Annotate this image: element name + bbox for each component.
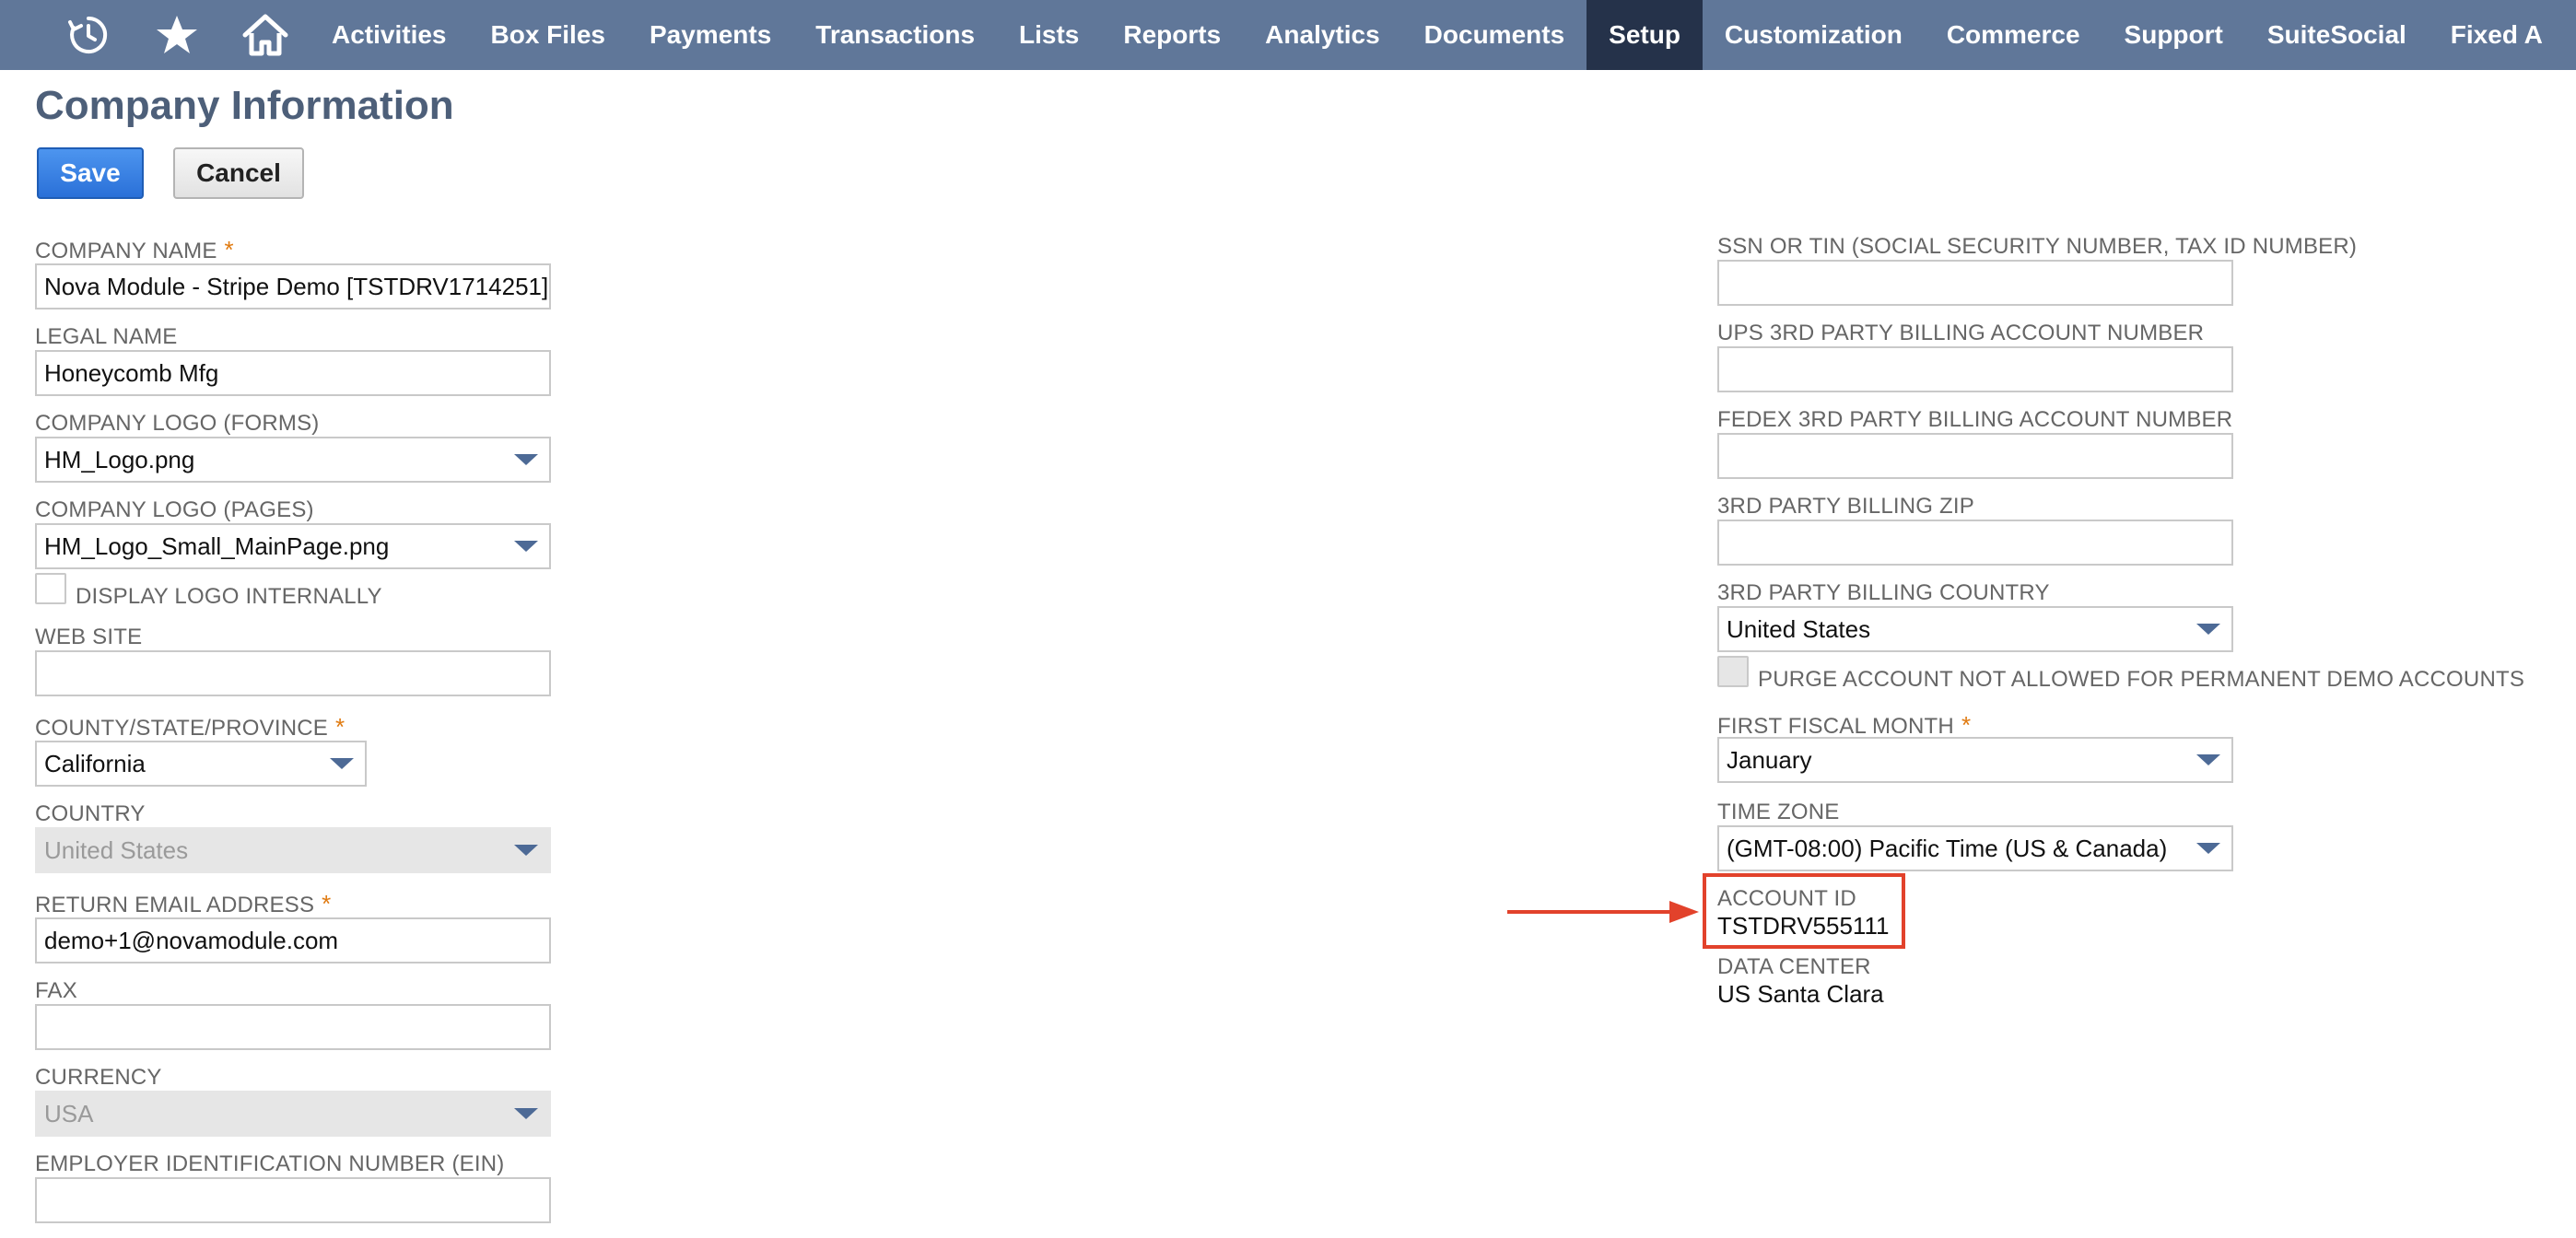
return-email-label-text: RETURN EMAIL ADDRESS bbox=[35, 893, 314, 917]
logo-pages-label: COMPANY LOGO (PAGES) bbox=[35, 497, 314, 523]
logo-pages-select[interactable]: HM_Logo_Small_MainPage.png bbox=[35, 523, 551, 569]
data-center-value: US Santa Clara bbox=[1717, 980, 1884, 1009]
page-title: Company Information bbox=[35, 83, 454, 129]
currency-label: CURRENCY bbox=[35, 1065, 162, 1091]
recent-icon[interactable] bbox=[44, 0, 133, 70]
time-zone-label: TIME ZONE bbox=[1717, 800, 1839, 825]
company-name-input[interactable]: Nova Module - Stripe Demo [TSTDRV1714251… bbox=[35, 263, 551, 310]
currency-value: USA bbox=[44, 1100, 93, 1128]
ssn-input[interactable] bbox=[1717, 260, 2233, 306]
company-name-value: Nova Module - Stripe Demo [TSTDRV1714251… bbox=[44, 273, 548, 301]
fiscal-month-value: January bbox=[1727, 746, 1812, 775]
logo-forms-select[interactable]: HM_Logo.png bbox=[35, 437, 551, 483]
display-logo-checkbox[interactable] bbox=[35, 573, 66, 604]
nav-suitesocial[interactable]: SuiteSocial bbox=[2245, 0, 2429, 70]
annotation-arrow-icon bbox=[1507, 897, 1703, 927]
billing-country-select[interactable]: United States bbox=[1717, 606, 2233, 652]
ein-input[interactable] bbox=[35, 1177, 551, 1223]
nav-transactions[interactable]: Transactions bbox=[793, 0, 997, 70]
web-site-label: WEB SITE bbox=[35, 625, 142, 650]
nav-documents[interactable]: Documents bbox=[1402, 0, 1587, 70]
required-mark: * bbox=[335, 713, 345, 741]
chevron-down-icon bbox=[514, 1108, 538, 1119]
country-label: COUNTRY bbox=[35, 801, 146, 827]
billing-country-value: United States bbox=[1727, 615, 1870, 644]
account-id-label: ACCOUNT ID bbox=[1717, 886, 1856, 912]
fiscal-month-label-text: FIRST FISCAL MONTH bbox=[1717, 714, 1954, 739]
cancel-button[interactable]: Cancel bbox=[173, 147, 304, 199]
fedex-label: FEDEX 3RD PARTY BILLING ACCOUNT NUMBER bbox=[1717, 407, 2232, 433]
required-mark: * bbox=[225, 236, 234, 263]
nav-reports[interactable]: Reports bbox=[1101, 0, 1243, 70]
legal-name-input[interactable]: Honeycomb Mfg bbox=[35, 350, 551, 396]
account-id-value: TSTDRV555111 bbox=[1717, 912, 1889, 940]
ups-input[interactable] bbox=[1717, 346, 2233, 392]
state-select[interactable]: California bbox=[35, 741, 367, 787]
return-email-label: RETURN EMAIL ADDRESS * bbox=[35, 890, 332, 918]
billing-country-label: 3RD PARTY BILLING COUNTRY bbox=[1717, 580, 2050, 606]
nav-payments[interactable]: Payments bbox=[627, 0, 793, 70]
nav-commerce[interactable]: Commerce bbox=[1925, 0, 2102, 70]
data-center-label: DATA CENTER bbox=[1717, 954, 1871, 980]
save-button[interactable]: Save bbox=[37, 147, 144, 199]
ups-label: UPS 3RD PARTY BILLING ACCOUNT NUMBER bbox=[1717, 321, 2204, 346]
nav-fixed-assets[interactable]: Fixed A bbox=[2429, 0, 2565, 70]
time-zone-value: (GMT-08:00) Pacific Time (US & Canada) bbox=[1727, 835, 2167, 863]
nav-customization[interactable]: Customization bbox=[1703, 0, 1925, 70]
chevron-down-icon bbox=[330, 758, 354, 769]
fax-input[interactable] bbox=[35, 1004, 551, 1050]
nav-lists[interactable]: Lists bbox=[997, 0, 1101, 70]
star-icon[interactable] bbox=[133, 0, 221, 70]
fedex-input[interactable] bbox=[1717, 433, 2233, 479]
top-navigation: Activities Box Files Payments Transactio… bbox=[0, 0, 2576, 70]
web-site-input[interactable] bbox=[35, 650, 551, 696]
country-select: United States bbox=[35, 827, 551, 873]
state-value: California bbox=[44, 750, 146, 778]
nav-analytics[interactable]: Analytics bbox=[1243, 0, 1402, 70]
display-logo-label: DISPLAY LOGO INTERNALLY bbox=[76, 584, 382, 610]
required-mark: * bbox=[322, 890, 331, 917]
chevron-down-icon bbox=[2196, 843, 2220, 854]
company-name-label: COMPANY NAME * bbox=[35, 236, 234, 264]
nav-support[interactable]: Support bbox=[2102, 0, 2245, 70]
logo-pages-value: HM_Logo_Small_MainPage.png bbox=[44, 532, 389, 561]
currency-select: USA bbox=[35, 1091, 551, 1137]
chevron-down-icon bbox=[514, 845, 538, 856]
legal-name-label: LEGAL NAME bbox=[35, 324, 178, 350]
purge-checkbox bbox=[1717, 656, 1749, 687]
state-label-text: COUNTY/STATE/PROVINCE bbox=[35, 716, 328, 741]
logo-forms-value: HM_Logo.png bbox=[44, 446, 194, 474]
chevron-down-icon bbox=[2196, 624, 2220, 635]
country-value: United States bbox=[44, 836, 188, 865]
home-icon[interactable] bbox=[221, 0, 310, 70]
fiscal-month-label: FIRST FISCAL MONTH * bbox=[1717, 711, 1971, 740]
chevron-down-icon bbox=[514, 541, 538, 552]
chevron-down-icon bbox=[2196, 754, 2220, 765]
state-label: COUNTY/STATE/PROVINCE * bbox=[35, 713, 345, 742]
company-name-label-text: COMPANY NAME bbox=[35, 239, 217, 263]
return-email-value: demo+1@novamodule.com bbox=[44, 927, 338, 955]
purge-label: PURGE ACCOUNT NOT ALLOWED FOR PERMANENT … bbox=[1758, 667, 2524, 693]
ein-label: EMPLOYER IDENTIFICATION NUMBER (EIN) bbox=[35, 1151, 504, 1177]
billing-zip-input[interactable] bbox=[1717, 520, 2233, 566]
nav-setup[interactable]: Setup bbox=[1587, 0, 1703, 70]
fax-label: FAX bbox=[35, 978, 77, 1004]
ssn-label: SSN OR TIN (SOCIAL SECURITY NUMBER, TAX … bbox=[1717, 234, 2357, 260]
legal-name-value: Honeycomb Mfg bbox=[44, 359, 218, 388]
nav-activities[interactable]: Activities bbox=[310, 0, 469, 70]
fiscal-month-select[interactable]: January bbox=[1717, 737, 2233, 783]
chevron-down-icon bbox=[514, 454, 538, 465]
billing-zip-label: 3RD PARTY BILLING ZIP bbox=[1717, 494, 1974, 520]
time-zone-select[interactable]: (GMT-08:00) Pacific Time (US & Canada) bbox=[1717, 825, 2233, 871]
required-mark: * bbox=[1961, 711, 1971, 739]
logo-forms-label: COMPANY LOGO (FORMS) bbox=[35, 411, 319, 437]
return-email-input[interactable]: demo+1@novamodule.com bbox=[35, 917, 551, 964]
nav-box-files[interactable]: Box Files bbox=[469, 0, 627, 70]
